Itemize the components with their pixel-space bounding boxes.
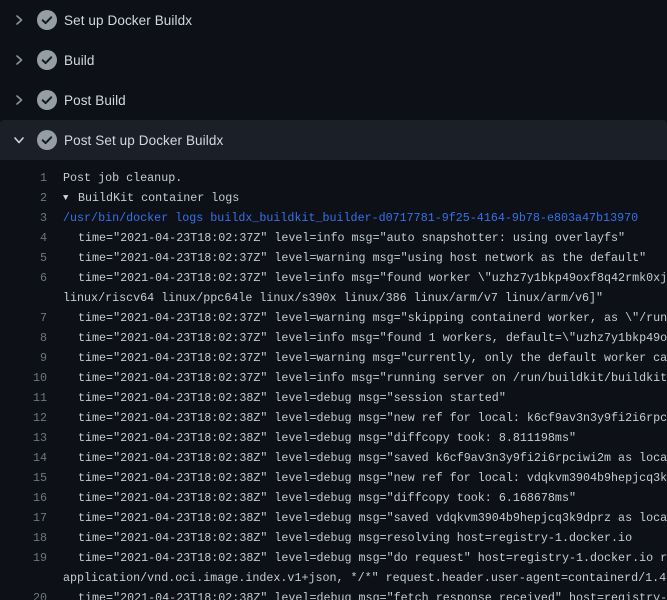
step-title: Set up Docker Buildx [64, 13, 192, 28]
check-circle-icon [37, 50, 57, 70]
line-number[interactable]: 12 [0, 408, 47, 428]
log-text: /usr/bin/docker logs buildx_buildkit_bui… [63, 208, 638, 228]
log-line: 15 time="2021-04-23T18:02:38Z" level=deb… [0, 468, 667, 488]
log-line: 13 time="2021-04-23T18:02:38Z" level=deb… [0, 428, 667, 448]
log-line: 7 time="2021-04-23T18:02:37Z" level=warn… [0, 308, 667, 328]
chevron-icon [12, 93, 34, 107]
log-text[interactable]: BuildKit container logs [78, 188, 239, 208]
log-text: time="2021-04-23T18:02:38Z" level=debug … [78, 448, 667, 468]
line-number[interactable]: 1 [0, 168, 47, 188]
line-number[interactable] [0, 288, 47, 308]
log-text: time="2021-04-23T18:02:38Z" level=debug … [78, 388, 506, 408]
line-number[interactable]: 17 [0, 508, 47, 528]
log-line: 8 time="2021-04-23T18:02:37Z" level=info… [0, 328, 667, 348]
log-text: time="2021-04-23T18:02:38Z" level=debug … [78, 488, 576, 508]
chevron-right-icon [12, 53, 26, 67]
line-number[interactable] [0, 568, 47, 588]
line-number[interactable]: 8 [0, 328, 47, 348]
line-number[interactable]: 4 [0, 228, 47, 248]
line-number[interactable]: 15 [0, 468, 47, 488]
log-text: time="2021-04-23T18:02:37Z" level=info m… [78, 328, 667, 348]
log-line: 4 time="2021-04-23T18:02:37Z" level=info… [0, 228, 667, 248]
check-circle-icon [37, 10, 57, 30]
chevron-right-icon [12, 13, 26, 27]
step-list: Set up Docker Buildx Build [0, 0, 667, 160]
group-collapse-triangle-icon: ▼ [63, 188, 78, 208]
line-number[interactable]: 11 [0, 388, 47, 408]
line-number[interactable]: 16 [0, 488, 47, 508]
log-text: time="2021-04-23T18:02:38Z" level=debug … [78, 468, 667, 488]
log-text: linux/riscv64 linux/ppc64le linux/s390x … [63, 288, 603, 308]
line-number[interactable]: 9 [0, 348, 47, 368]
log-line: 3 /usr/bin/docker logs buildx_buildkit_b… [0, 208, 667, 228]
line-number[interactable]: 14 [0, 448, 47, 468]
log-line: 12 time="2021-04-23T18:02:38Z" level=deb… [0, 408, 667, 428]
log-line: 5 time="2021-04-23T18:02:37Z" level=warn… [0, 248, 667, 268]
line-number[interactable]: 10 [0, 368, 47, 388]
chevron-icon [12, 133, 34, 147]
log-body: 1 Post job cleanup. 2 ▼ BuildKit contain… [0, 160, 667, 600]
actions-log-viewer: Set up Docker Buildx Build [0, 0, 667, 600]
line-number[interactable]: 6 [0, 268, 47, 288]
log-line: 10 time="2021-04-23T18:02:37Z" level=inf… [0, 368, 667, 388]
step-header[interactable]: Post Build [0, 80, 667, 120]
step-header[interactable]: Set up Docker Buildx [0, 0, 667, 40]
line-number[interactable]: 13 [0, 428, 47, 448]
log-line: 18 time="2021-04-23T18:02:38Z" level=deb… [0, 528, 667, 548]
step-header[interactable]: Post Set up Docker Buildx [0, 120, 667, 160]
log-line: 19 time="2021-04-23T18:02:38Z" level=deb… [0, 548, 667, 568]
log-line: linux/riscv64 linux/ppc64le linux/s390x … [0, 288, 667, 308]
chevron-right-icon [12, 93, 26, 107]
check-circle-icon [37, 90, 57, 110]
line-number[interactable]: 18 [0, 528, 47, 548]
log-line: 2 ▼ BuildKit container logs [0, 188, 667, 208]
step-title: Post Build [64, 93, 126, 108]
log-text: Post job cleanup. [63, 168, 182, 188]
line-number[interactable]: 20 [0, 588, 47, 600]
log-line: 11 time="2021-04-23T18:02:38Z" level=deb… [0, 388, 667, 408]
log-text: time="2021-04-23T18:02:38Z" level=debug … [78, 508, 667, 528]
log-text: time="2021-04-23T18:02:38Z" level=debug … [78, 528, 632, 548]
log-line: application/vnd.oci.image.index.v1+json,… [0, 568, 667, 588]
line-number[interactable]: 5 [0, 248, 47, 268]
log-line: 16 time="2021-04-23T18:02:38Z" level=deb… [0, 488, 667, 508]
step-title: Post Set up Docker Buildx [64, 133, 223, 148]
log-text: time="2021-04-23T18:02:38Z" level=debug … [78, 408, 667, 428]
step-title: Build [64, 53, 95, 68]
line-number[interactable]: 19 [0, 548, 47, 568]
log-text: time="2021-04-23T18:02:37Z" level=warnin… [78, 308, 667, 328]
log-text: time="2021-04-23T18:02:38Z" level=debug … [78, 548, 667, 568]
chevron-down-icon [12, 133, 26, 147]
chevron-icon [12, 13, 34, 27]
log-line: 20 time="2021-04-23T18:02:38Z" level=deb… [0, 588, 667, 600]
log-text: time="2021-04-23T18:02:37Z" level=info m… [78, 268, 667, 288]
log-text: application/vnd.oci.image.index.v1+json,… [63, 568, 667, 588]
log-text: time="2021-04-23T18:02:37Z" level=info m… [78, 228, 625, 248]
log-line: 14 time="2021-04-23T18:02:38Z" level=deb… [0, 448, 667, 468]
check-circle-icon [37, 130, 57, 150]
step-header[interactable]: Build [0, 40, 667, 80]
log-text: time="2021-04-23T18:02:37Z" level=info m… [78, 368, 667, 388]
log-line: 6 time="2021-04-23T18:02:37Z" level=info… [0, 268, 667, 288]
log-line: 9 time="2021-04-23T18:02:37Z" level=warn… [0, 348, 667, 368]
log-line: 17 time="2021-04-23T18:02:38Z" level=deb… [0, 508, 667, 528]
log-line: 1 Post job cleanup. [0, 168, 667, 188]
log-text: time="2021-04-23T18:02:38Z" level=debug … [78, 428, 576, 448]
log-text: time="2021-04-23T18:02:38Z" level=debug … [78, 588, 667, 600]
line-number[interactable]: 3 [0, 208, 47, 228]
line-number[interactable]: 2 [0, 188, 47, 208]
log-text: time="2021-04-23T18:02:37Z" level=warnin… [78, 248, 646, 268]
log-text: time="2021-04-23T18:02:37Z" level=warnin… [78, 348, 667, 368]
line-number[interactable]: 7 [0, 308, 47, 328]
chevron-icon [12, 53, 34, 67]
